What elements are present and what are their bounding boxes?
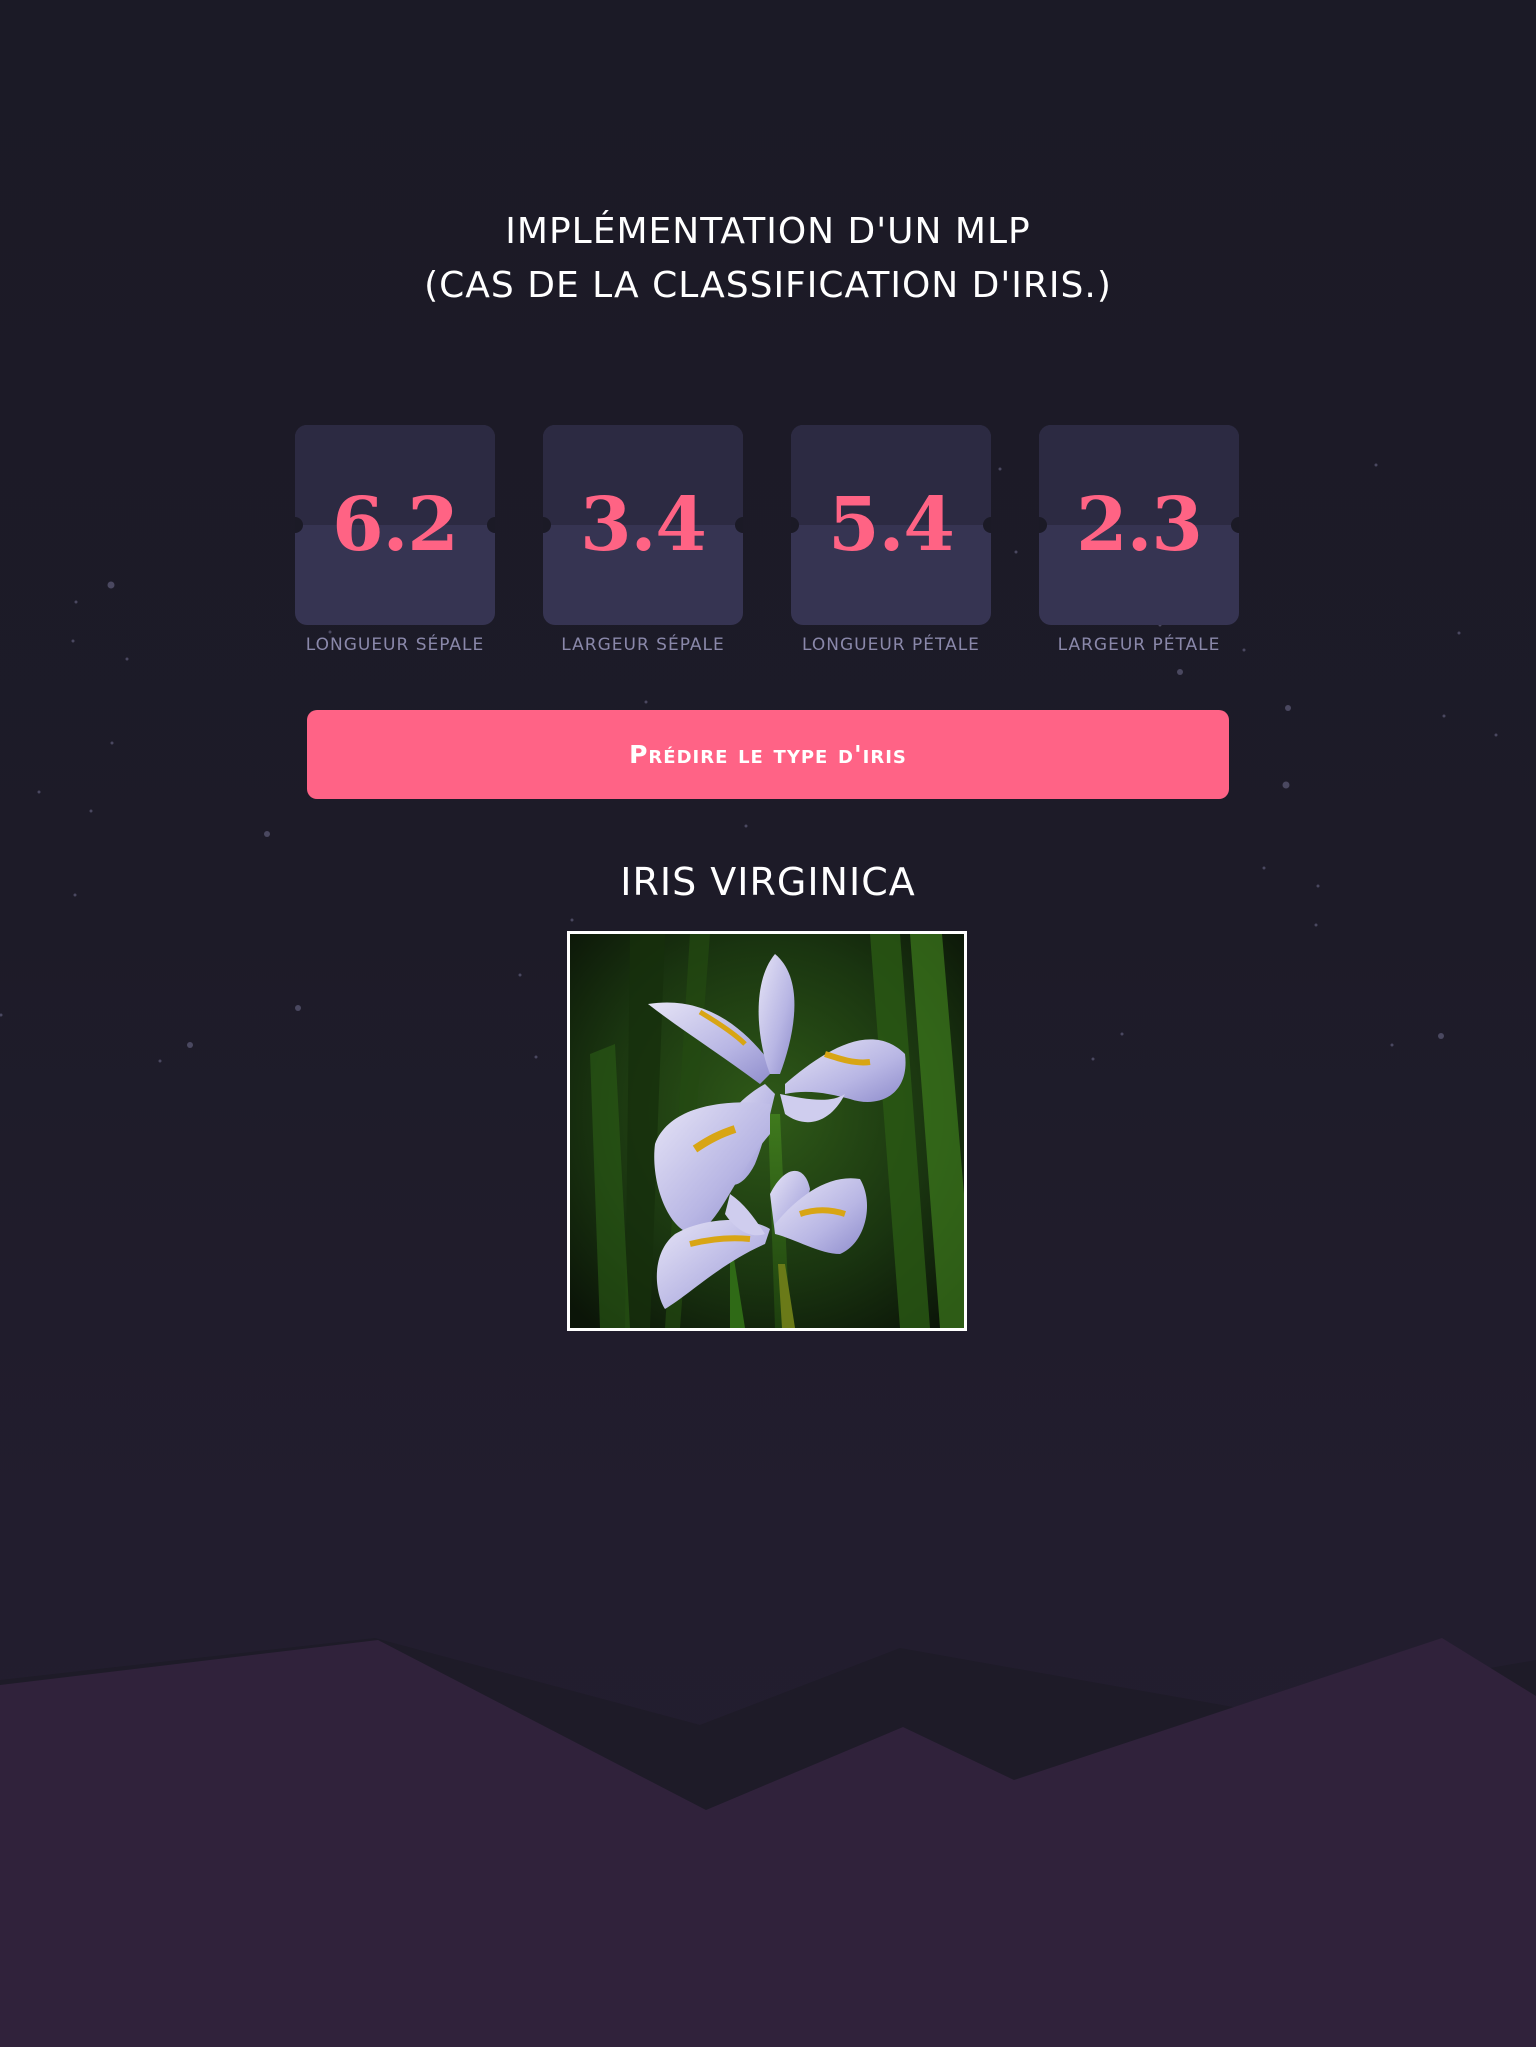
- predict-button[interactable]: Prédire le type d'iris: [307, 710, 1229, 799]
- sepal-length-card[interactable]: 6.2 LONGUEUR SÉPALE: [295, 425, 495, 655]
- petal-length-value[interactable]: 5.4: [791, 425, 991, 625]
- feature-inputs: 6.2 LONGUEUR SÉPALE 3.4 LARGEUR SÉPALE 5…: [295, 425, 1241, 665]
- petal-length-card[interactable]: 5.4 LONGUEUR PÉTALE: [791, 425, 991, 655]
- petal-width-card[interactable]: 2.3 LARGEUR PÉTALE: [1039, 425, 1239, 655]
- iris-flower-icon: [570, 934, 964, 1328]
- prediction-result: IRIS VIRGINICA: [620, 860, 916, 904]
- petal-width-label: LARGEUR PÉTALE: [1057, 635, 1221, 655]
- sepal-width-label: LARGEUR SÉPALE: [561, 635, 725, 655]
- page-title: IMPLÉMENTATION D'UN MLP (CAS DE LA CLASS…: [0, 205, 1536, 313]
- mountains-decoration: [0, 1638, 1536, 2047]
- petal-width-value[interactable]: 2.3: [1039, 425, 1239, 625]
- sepal-length-label: LONGUEUR SÉPALE: [305, 635, 485, 655]
- sepal-width-value[interactable]: 3.4: [543, 425, 743, 625]
- sepal-width-card[interactable]: 3.4 LARGEUR SÉPALE: [543, 425, 743, 655]
- petal-length-counter[interactable]: 5.4: [791, 425, 991, 625]
- petal-width-counter[interactable]: 2.3: [1039, 425, 1239, 625]
- sepal-length-counter[interactable]: 6.2: [295, 425, 495, 625]
- petal-length-label: LONGUEUR PÉTALE: [802, 635, 980, 655]
- sepal-length-value[interactable]: 6.2: [295, 425, 495, 625]
- iris-flower-image: [567, 931, 967, 1331]
- page-title-line-1: IMPLÉMENTATION D'UN MLP: [505, 211, 1031, 252]
- page-title-line-2: (CAS DE LA CLASSIFICATION D'IRIS.): [424, 265, 1112, 306]
- sepal-width-counter[interactable]: 3.4: [543, 425, 743, 625]
